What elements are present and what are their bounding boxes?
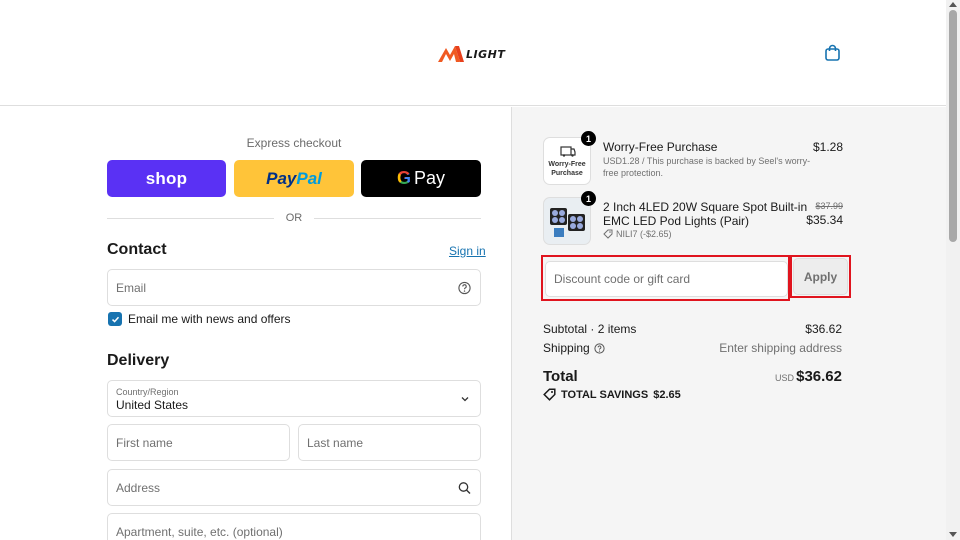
logo-mark-icon [438, 46, 464, 62]
divider-line [107, 217, 274, 219]
quantity-badge: 1 [581, 131, 596, 146]
page-scrollbar[interactable] [946, 0, 960, 540]
total-label: Total [543, 368, 578, 385]
shipping-row: Shipping [543, 341, 605, 355]
scrollbar-thumb[interactable] [949, 10, 957, 242]
logo-text: LIGHT [466, 48, 506, 61]
paypal-label-part1: Pay [266, 168, 297, 188]
item-description: USD1.28 / This purchase is backed by See… [603, 155, 823, 179]
discount-tag-label: NILI7 (-$2.65) [616, 229, 672, 239]
discount-field-container [545, 261, 788, 297]
item-name-line1: 2 Inch 4LED 20W Square Spot Built-in [603, 200, 808, 214]
quantity-badge: 1 [581, 191, 596, 206]
item-price: $1.28 [812, 140, 843, 154]
discount-code-input[interactable] [546, 262, 787, 296]
newsletter-checkbox-row[interactable]: Email me with news and offers [108, 312, 291, 326]
subtotal-value: $36.62 [805, 322, 842, 336]
subtotal-label: Subtotal · 2 items [543, 322, 637, 336]
paypal-label-part2: Pal [296, 168, 322, 188]
original-price: $37.99 [815, 201, 843, 211]
google-pay-label: Pay [413, 168, 446, 188]
shop-pay-button[interactable]: shop [107, 160, 226, 197]
shopping-bag-icon[interactable] [824, 44, 841, 61]
item-price: $35.34 [806, 213, 843, 227]
total-value: $36.62 [796, 368, 842, 385]
checkmark-icon [111, 316, 119, 323]
last-name-field-container [298, 424, 481, 461]
item-description-line2: free protection. [603, 168, 664, 178]
first-name-input[interactable] [108, 425, 289, 460]
thumbnail-caption-1: Worry-Free [548, 161, 586, 168]
item-name: 2 Inch 4LED 20W Square Spot Built-in EMC… [603, 200, 807, 228]
divider-line [314, 217, 481, 219]
total-savings: TOTAL SAVINGS $2.65 [543, 388, 681, 401]
apartment-input[interactable] [108, 514, 480, 540]
tag-icon [543, 388, 556, 401]
last-name-input[interactable] [299, 425, 480, 460]
contact-title: Contact [107, 241, 167, 258]
sign-in-link[interactable]: Sign in [449, 244, 486, 258]
or-label: OR [285, 212, 303, 224]
total-currency: USD [774, 373, 794, 383]
item-name-line2: EMC LED Pod Lights (Pair) [603, 214, 750, 228]
apartment-field-container [107, 513, 481, 540]
checkout-header: LIGHT [0, 0, 946, 106]
thumbnail-caption-2: Purchase [551, 170, 583, 177]
tag-icon [603, 229, 613, 239]
express-checkout-title: Express checkout [246, 136, 342, 150]
shield-package-icon [560, 146, 576, 157]
store-logo[interactable]: LIGHT [438, 44, 505, 62]
savings-label: TOTAL SAVINGS [561, 388, 649, 401]
delivery-title: Delivery [107, 352, 170, 369]
chevron-down-icon [461, 397, 469, 402]
product-thumbnail: Worry-Free Purchase 1 [543, 131, 596, 185]
address-field-container [107, 469, 481, 506]
shipping-label: Shipping [543, 341, 590, 355]
product-thumbnail: 1 [543, 191, 596, 245]
address-input[interactable] [108, 470, 480, 505]
cart-item: 1 2 Inch 4LED 20W Square Spot Built-in E… [543, 191, 843, 247]
newsletter-label: Email me with news and offers [128, 312, 291, 326]
discount-tag: NILI7 (-$2.65) [603, 228, 672, 240]
item-description-line1: USD1.28 / This purchase is backed by See… [603, 156, 811, 166]
or-divider: OR [107, 211, 481, 225]
shipping-value: Enter shipping address [719, 341, 842, 355]
cart-item: Worry-Free Purchase 1 Worry-Free Purchas… [543, 131, 843, 187]
scroll-up-arrow-icon[interactable] [949, 2, 957, 7]
product-image [550, 208, 585, 237]
email-field-container [107, 269, 481, 306]
country-value: United States [116, 398, 189, 412]
help-circle-icon[interactable] [458, 281, 471, 294]
help-circle-icon[interactable] [594, 342, 605, 354]
first-name-field-container [107, 424, 290, 461]
order-summary: Worry-Free Purchase 1 Worry-Free Purchas… [511, 107, 946, 540]
savings-value: $2.65 [653, 388, 681, 401]
email-input[interactable] [108, 270, 480, 305]
discount-field-highlight [541, 255, 790, 301]
search-icon [458, 481, 471, 494]
shop-pay-label: shop [145, 168, 188, 188]
apply-button-highlight: Apply [790, 255, 851, 298]
country-select[interactable]: Country/Region United States [107, 380, 481, 417]
country-label: Country/Region [116, 387, 179, 397]
item-name: Worry-Free Purchase [603, 140, 718, 154]
scroll-down-arrow-icon[interactable] [949, 532, 957, 537]
newsletter-checkbox[interactable] [108, 312, 122, 326]
apply-discount-button[interactable]: Apply [793, 258, 848, 295]
google-pay-button[interactable]: G Pay [361, 160, 481, 197]
google-g-icon: G [396, 168, 411, 188]
paypal-button[interactable]: Pay Pal [234, 160, 354, 197]
checkout-form: Express checkout shop Pay Pal G Pay OR Co… [0, 107, 511, 540]
